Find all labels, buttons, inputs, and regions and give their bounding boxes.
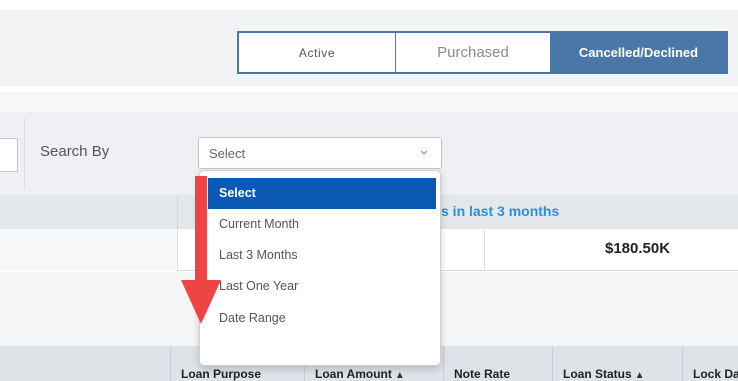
- search-by-label: Search By: [40, 143, 110, 160]
- column-label: Lock Da: [693, 367, 738, 381]
- column-label: Loan Status: [563, 367, 632, 381]
- summary-cell: [0, 229, 178, 271]
- select-current-value: Select: [209, 146, 246, 161]
- search-by-dropdown: Select Current Month Last 3 Months Last …: [199, 170, 441, 366]
- column-header-lock-date[interactable]: Lock Da: [682, 346, 738, 381]
- option-last-3-months[interactable]: Last 3 Months: [208, 240, 436, 271]
- sort-icon[interactable]: ▲︎: [395, 370, 405, 381]
- option-select[interactable]: Select: [208, 178, 436, 209]
- summary-period-link[interactable]: s in last 3 months: [441, 203, 559, 219]
- summary-cell-divider: [484, 229, 485, 271]
- partial-input-field[interactable]: [0, 138, 18, 172]
- column-header-loan-status[interactable]: Loan Status ▲︎: [552, 346, 682, 381]
- status-tab-group: Active Purchased Cancelled/Declined: [237, 31, 728, 74]
- tab-cancelled-declined[interactable]: Cancelled/Declined: [551, 33, 726, 72]
- tab-active[interactable]: Active: [239, 33, 396, 72]
- divider-band: [0, 92, 738, 112]
- column-header-note-rate[interactable]: Note Rate: [443, 346, 552, 381]
- option-date-range[interactable]: Date Range: [208, 303, 436, 334]
- summary-header-cell: [0, 195, 178, 229]
- column-label: Loan Purpose: [181, 367, 262, 381]
- column-label: Note Rate: [454, 367, 511, 381]
- search-by-select[interactable]: Select: [198, 137, 442, 169]
- column-label: Loan Amount: [315, 367, 392, 381]
- chevron-down-icon: [420, 150, 428, 155]
- tab-purchased[interactable]: Purchased: [396, 33, 551, 72]
- search-divider: [24, 118, 25, 190]
- summary-amount: $180.50K: [605, 240, 671, 257]
- option-current-month[interactable]: Current Month: [208, 209, 436, 240]
- option-last-one-year[interactable]: Last One Year: [208, 271, 436, 302]
- down-arrow-icon: [181, 176, 221, 324]
- sort-icon[interactable]: ▲︎: [635, 370, 645, 381]
